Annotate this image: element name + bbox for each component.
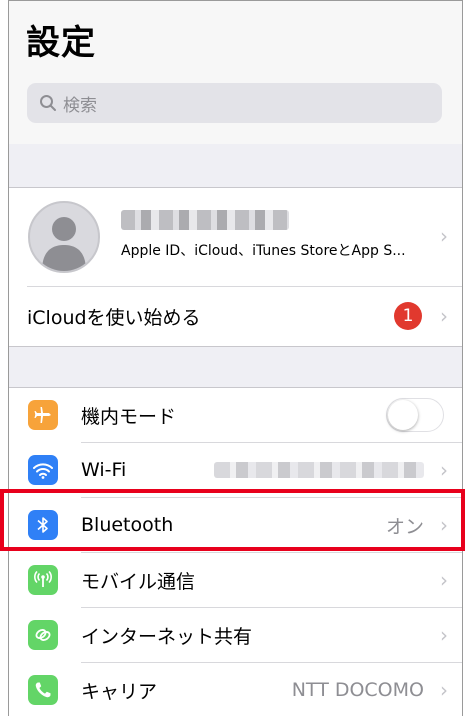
- chevron-right-icon: ›: [440, 623, 448, 647]
- bluetooth-row[interactable]: Bluetooth オン ›: [9, 498, 462, 552]
- chevron-right-icon: ›: [440, 513, 448, 537]
- link-icon: [28, 620, 58, 650]
- wifi-row[interactable]: Wi-Fi ›: [9, 443, 462, 497]
- wifi-label: Wi-Fi: [81, 459, 127, 481]
- airplane-mode-row: 機内モード: [9, 388, 462, 442]
- carrier-label: キャリア: [81, 680, 158, 703]
- wifi-icon: [28, 455, 58, 485]
- avatar: [28, 201, 100, 273]
- personal-hotspot-label: インターネット共有: [81, 625, 253, 648]
- chevron-right-icon: ›: [440, 678, 448, 702]
- mobile-data-label: モバイル通信: [81, 570, 196, 593]
- apple-id-subtitle: Apple ID、iCloud、iTunes StoreとApp S...: [121, 243, 406, 259]
- mobile-data-row[interactable]: モバイル通信 ›: [9, 553, 462, 607]
- network-settings-group: 機内モード Wi-Fi › Bluetooth オン › モバイル通信 › イン…: [9, 387, 462, 716]
- airplane-icon: [28, 400, 58, 430]
- wifi-network-redacted: [214, 462, 424, 478]
- airplane-mode-toggle[interactable]: [386, 398, 444, 432]
- page-title: 設定: [26, 23, 96, 63]
- airplane-mode-label: 機内モード: [81, 405, 177, 428]
- icloud-setup-row[interactable]: iCloudを使い始める 1 ›: [9, 287, 462, 345]
- antenna-icon: [28, 565, 58, 595]
- personal-hotspot-row[interactable]: インターネット共有 ›: [9, 608, 462, 662]
- toggle-knob: [388, 400, 418, 430]
- carrier-value: NTT DOCOMO: [291, 679, 424, 701]
- account-name-redacted: [121, 210, 289, 230]
- carrier-row[interactable]: キャリア NTT DOCOMO ›: [9, 663, 462, 716]
- bluetooth-label: Bluetooth: [81, 514, 174, 536]
- header: 設定 検索: [9, 1, 462, 144]
- search-bar[interactable]: 検索: [27, 83, 442, 123]
- notification-badge: 1: [394, 302, 422, 330]
- bluetooth-icon: [28, 510, 58, 540]
- search-placeholder: 検索: [63, 95, 97, 116]
- settings-screen: 設定 検索 Apple ID、iCloud、iTunes StoreとApp S…: [8, 0, 463, 716]
- chevron-right-icon: ›: [440, 304, 448, 328]
- phone-icon: [28, 675, 58, 705]
- chevron-right-icon: ›: [440, 568, 448, 592]
- search-icon: [39, 94, 57, 112]
- chevron-right-icon: ›: [440, 224, 448, 248]
- account-group: Apple ID、iCloud、iTunes StoreとApp S... › …: [9, 187, 462, 347]
- chevron-right-icon: ›: [440, 458, 448, 482]
- apple-id-row[interactable]: Apple ID、iCloud、iTunes StoreとApp S... ›: [9, 188, 462, 286]
- icloud-setup-label: iCloudを使い始める: [27, 306, 201, 329]
- bluetooth-status: オン: [385, 515, 424, 538]
